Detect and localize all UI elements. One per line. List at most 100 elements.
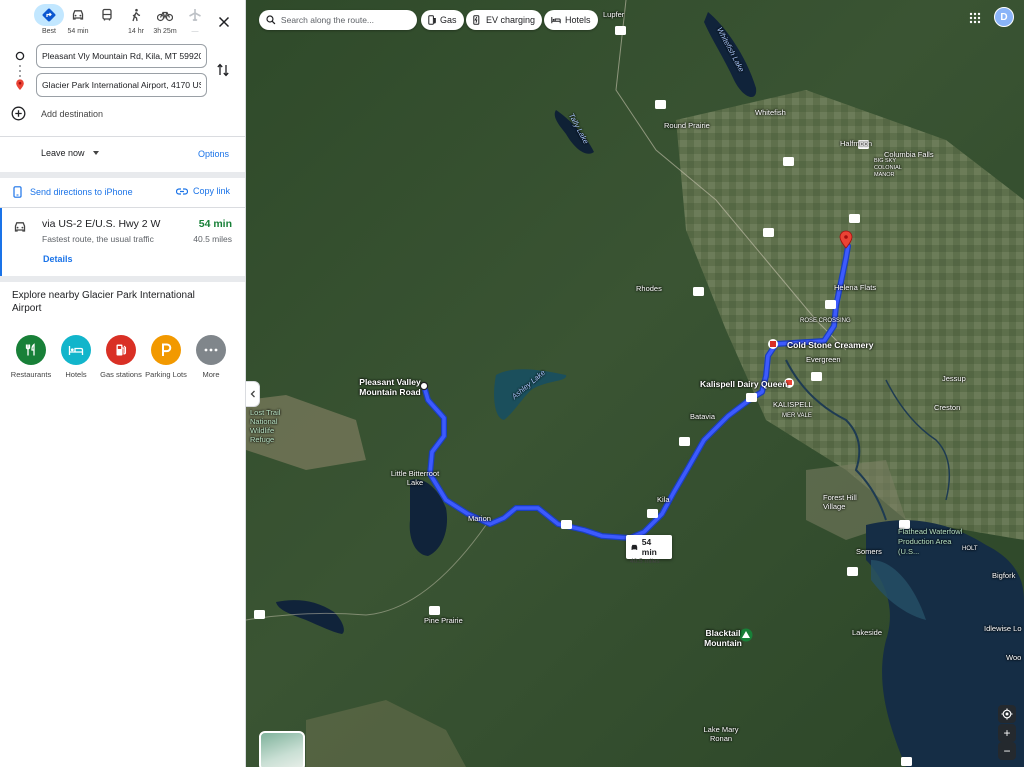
place-idlewild: Idlewise Lo: [984, 624, 1022, 633]
satellite-map[interactable]: Gas EV charging Hotels D Pleasant Valley…: [246, 0, 1024, 767]
google-apps-button[interactable]: [969, 11, 981, 29]
mode-walking[interactable]: 14 hr: [121, 4, 151, 35]
mode-flight[interactable]: —: [180, 4, 210, 35]
gas-chip[interactable]: Gas: [421, 10, 464, 30]
gas-pump-icon: [428, 15, 436, 25]
place-helena-flats: Helena Flats: [834, 283, 877, 292]
zoom-out-button[interactable]: −: [998, 742, 1016, 760]
close-icon: [218, 16, 230, 28]
copy-link-label: Copy link: [193, 186, 231, 196]
route-details-link[interactable]: Details: [43, 254, 73, 264]
category-label: Gas stations: [100, 370, 142, 379]
category-restaurants[interactable]: Restaurants: [9, 335, 53, 380]
place-blacktail-mountain[interactable]: Blacktail Mountain: [702, 628, 744, 648]
mode-transit[interactable]: [92, 4, 122, 28]
place-lake-mary-ronan: Lake Mary Ronan: [703, 725, 739, 743]
route-duration-callout[interactable]: 54 min 40.5 miles: [626, 535, 672, 565]
add-destination-button[interactable]: Add destination: [11, 106, 103, 121]
bike-icon: [150, 4, 180, 26]
place-kalispell: KALISPELL: [773, 400, 813, 409]
place-kalispell-dairy-queen[interactable]: Kalispell Dairy Queen: [700, 379, 787, 389]
ev-charging-chip[interactable]: EV charging: [466, 10, 543, 30]
origin-circle-icon: [15, 51, 25, 61]
place-holt: HOLT: [962, 546, 978, 552]
hotels-chip[interactable]: Hotels: [544, 10, 598, 30]
place-cold-stone-creamery[interactable]: Cold Stone Creamery: [787, 340, 873, 350]
send-to-phone-button[interactable]: Send directions to iPhone: [13, 186, 133, 198]
place-pleasant-valley[interactable]: Pleasant Valley Mountain Road: [358, 377, 422, 397]
section-band: [0, 276, 245, 282]
category-gas-stations[interactable]: Gas stations: [99, 335, 143, 380]
zoom-in-button[interactable]: +: [998, 724, 1016, 742]
category-more[interactable]: More: [189, 335, 233, 380]
copy-link-button[interactable]: Copy link: [176, 186, 230, 196]
route-duration: 54 min: [198, 218, 232, 230]
bed-icon: [61, 335, 91, 365]
origin-field[interactable]: [36, 44, 207, 68]
place-somers: Somers: [856, 547, 882, 556]
layers-toggle[interactable]: [259, 731, 305, 767]
car-icon: [63, 4, 93, 26]
place-whitefish: Whitefish: [755, 108, 786, 117]
place-little-bitterroot-lake: Little Bitterroot Lake: [390, 469, 440, 487]
category-label: Hotels: [65, 370, 87, 379]
destination-field[interactable]: [36, 73, 207, 97]
destination-pin-icon: [16, 79, 24, 90]
mode-label: Best: [41, 28, 56, 35]
divider: [0, 136, 245, 137]
place-mervale: MER VALE: [782, 413, 812, 419]
category-parking-lots[interactable]: Parking Lots: [144, 335, 188, 380]
category-hotels[interactable]: Hotels: [54, 335, 98, 380]
collapse-panel-button[interactable]: [246, 381, 260, 407]
place-rose-crossing: ROSE CROSSING: [800, 318, 851, 324]
add-circle-icon: [11, 106, 26, 121]
place-rhodes: Rhodes: [636, 284, 662, 293]
place-creston: Creston: [934, 403, 961, 412]
place-label: Pleasant Valley Mountain Road: [359, 377, 421, 397]
location-target-icon: [1001, 708, 1013, 720]
gas-chip-label: Gas: [440, 15, 457, 25]
ev-charging-chip-label: EV charging: [486, 15, 536, 25]
caret-down-icon: [92, 151, 99, 155]
walk-icon: [121, 4, 151, 26]
place-batavia: Batavia: [690, 412, 716, 421]
search-along-route-input[interactable]: [280, 15, 410, 25]
place-woo: Woo: [1006, 653, 1022, 662]
account-avatar[interactable]: D: [994, 7, 1014, 27]
more-dots-icon: [196, 335, 226, 365]
mode-label: 3h 25m: [153, 28, 177, 35]
callout-distance: 40.5 miles: [630, 558, 660, 565]
my-location-button[interactable]: [998, 705, 1016, 723]
route-option-card[interactable]: via US-2 E/U.S. Hwy 2 W Fastest route, t…: [0, 208, 245, 276]
route-dots-icon: [19, 65, 21, 77]
place-kila: Kila: [657, 495, 670, 504]
swap-arrows-icon: [217, 63, 229, 77]
route-via: via US-2 E/U.S. Hwy 2 W: [42, 218, 161, 230]
mode-label: 14 hr: [128, 28, 144, 35]
leave-now-dropdown[interactable]: Leave now: [41, 148, 99, 158]
close-directions-button[interactable]: [214, 12, 234, 32]
place-halfmoon: Halfmoon: [840, 139, 873, 148]
place-flathead-wpa: Flathead Waterfowl Production Area (U.S.…: [898, 527, 963, 556]
search-icon: [266, 15, 276, 25]
place-lakeside: Lakeside: [852, 628, 883, 637]
maps-app: Best 54 min 14 hr 3h 25m — Pleasant Vly …: [0, 0, 1024, 767]
place-bigfork: Bigfork: [992, 571, 1016, 580]
parking-icon: [151, 335, 181, 365]
mode-cycling[interactable]: 3h 25m: [150, 4, 180, 35]
mode-best[interactable]: Best: [34, 4, 64, 35]
mode-driving[interactable]: 54 min: [63, 4, 93, 35]
phone-icon: [13, 186, 22, 198]
place-colonial-manor: BIG SKY COLONIAL MANOR: [874, 158, 902, 178]
place-round-prairie: Round Prairie: [664, 121, 710, 130]
explore-nearby-title: Explore nearby Glacier Park Internationa…: [12, 290, 195, 314]
route-description: Fastest route, the usual traffic: [42, 234, 154, 244]
directions-diamond-icon: [34, 4, 64, 26]
search-along-route[interactable]: [259, 10, 417, 30]
gas-pump-icon: [106, 335, 136, 365]
place-marion: Marion: [468, 514, 491, 523]
route-options-button[interactable]: Options: [198, 149, 229, 159]
swap-waypoints-button[interactable]: [216, 62, 230, 83]
bed-icon: [551, 17, 561, 24]
ev-charging-icon: [473, 15, 480, 25]
